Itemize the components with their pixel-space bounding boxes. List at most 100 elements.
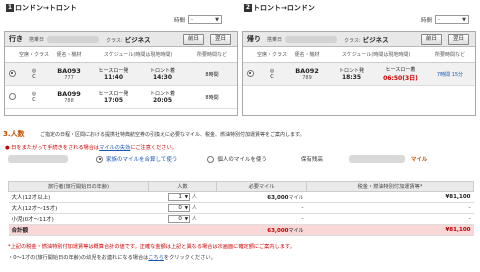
route-number-badge: 1 [6,4,14,12]
arrival-airport: トロント着 [149,68,175,74]
class-info: クラス: ビジネス [344,34,389,44]
flight-row[interactable]: ◎ C BA092 789 トロント発 18:35 ヒースロー着 06:50(3日) 7… [243,63,475,86]
tax-cell: - [306,213,474,225]
flight-radio[interactable] [8,69,16,77]
arrival-cell: ヒースロー着 06:50(3日) [376,66,425,82]
route-number-badge: 2 [244,4,252,12]
time-select-value: - [191,17,194,23]
balance-label: 保有残高 [300,157,323,163]
infant-note: ・0〜1才の(旅行開始日の年齢)の幼児をお連れになる場合はこちらをクリックくださ… [8,254,216,261]
flight-row[interactable]: ◎ C BA093 777 ヒースロー発 11:40 トロント着 14:30 8時間 [5,63,237,86]
count-cell: 0 ▼ 人 [148,213,217,225]
time-label: 時間 [174,17,186,24]
direction-label: 行き [9,35,23,43]
inbound-time-select[interactable]: - ▼ [435,15,470,24]
equipment: 777 [64,75,74,81]
inbound-route-title: 2 トロント→ロンドン [244,3,315,13]
arrival-time: 14:30 [152,74,173,81]
flight-radio[interactable] [8,92,16,100]
balance-unit: マイル [410,157,428,163]
flight-table-header: 空席・クラス 便名・機材 スケジュール(時間は現地時間) 所要時間など [243,47,475,63]
arrival-time: 06:50(3日) [383,75,418,82]
departure-time: 17:05 [103,97,124,104]
class-value: ビジネス [362,36,389,44]
next-day-button[interactable]: 翌日 [210,34,231,45]
col-count: 人数 [148,181,217,192]
col-traveler: 旅行者(旅行開始日の年齢) [8,181,149,192]
miles-cell: 63,000マイル [216,191,307,203]
passenger-table: 旅行者(旅行開始日の年齢) 人数 必要マイル 税金・燃油特別付加運賃等* 大人(… [8,181,474,236]
count-unit: 人 [191,216,197,222]
tax-cell: ¥81,100 [306,191,474,203]
inbound-route-label: トロント→ロンドン [253,4,315,12]
count-select[interactable]: 0 ▼ [168,215,191,223]
infant-info-link[interactable]: こちら [148,255,164,261]
total-label: 合計額 [8,224,149,236]
prev-day-button[interactable]: 前日 [421,34,442,45]
class-code: C [32,74,36,80]
total-miles: 63,000 [267,227,289,234]
departure-airport: ヒースロー発 [98,68,129,74]
class-info: クラス: ビジネス [106,34,151,44]
col-duration: 所要時間など [196,52,227,58]
flight-cell: BA093 777 [49,67,89,81]
total-tax: ¥81,100 [306,224,474,236]
chevron-down-icon: ▼ [184,206,189,211]
miles-value: 63,000 [267,194,289,201]
departure-cell: ヒースロー発 11:40 [89,67,138,81]
total-miles-unit: マイル [288,227,304,234]
redacted-balance [348,155,405,163]
col-schedule: スケジュール(時間は現地時間) [103,52,173,58]
departure-time: 11:40 [103,74,124,81]
outbound-flight-panel: 行き 搭乗日 クラス: ビジネス 前日 翌日 空席・クラス 便名・機材 スケジュー… [4,31,238,116]
flight-row[interactable]: ◎ C BA099 788 ヒースロー発 17:05 トロント着 20:05 8時間 [5,86,237,109]
prev-day-button[interactable]: 前日 [183,34,204,45]
warning-icon: ● [5,145,10,151]
infant-note-text: ・0〜1才の(旅行開始日の年齢)の幼児をお連れになる場合は [8,255,149,261]
table-row: 大人(12才以上) 1 ▼ 人 63,000マイル ¥81,100 [8,191,474,203]
class-value: ビジネス [124,36,151,44]
warning-text: 日をまたがって手続きをされる場合は [11,145,100,151]
chevron-down-icon: ▼ [184,195,189,200]
personal-miles-label[interactable]: 個人のマイルを使う [217,155,267,163]
count-unit: 人 [191,194,197,200]
chevron-down-icon: ▼ [215,17,220,23]
redacted-date [47,35,100,43]
miles-value: - [301,205,304,211]
duration-link[interactable]: 7時間 15分 [425,71,475,78]
seat-class-cell: ◎ C [257,68,287,80]
family-miles-radio[interactable] [96,155,103,163]
col-seat-class: 空席・クラス [257,52,287,58]
count-value: 0 [178,205,182,211]
infant-note-suffix: をクリックください。 [163,255,216,261]
date-label: 搭乗日 [29,36,45,43]
count-unit: 人 [191,205,197,211]
count-select[interactable]: 0 ▼ [168,204,191,212]
count-cell: 0 ▼ 人 [148,202,217,214]
personal-miles-radio[interactable] [207,155,215,163]
count-cell: 1 ▼ 人 [148,191,217,203]
arrival-airport: トロント着 [149,91,175,97]
count-select[interactable]: 1 ▼ [168,193,191,201]
class-label: クラス: [344,38,361,44]
arrival-time: 20:05 [152,97,173,104]
arrival-cell: トロント着 14:30 [138,67,187,81]
family-miles-label[interactable]: 家族のマイルを合算して使う [106,155,177,163]
next-day-button[interactable]: 翌日 [448,34,469,45]
traveler-type: 大人(12才以上) [8,191,149,203]
outbound-panel-header: 行き 搭乗日 クラス: ビジネス 前日 翌日 [5,32,237,47]
departure-cell: ヒースロー発 17:05 [89,90,138,104]
outbound-route-label: ロンドン→トロント [15,4,77,12]
arrival-cell: トロント着 20:05 [138,90,187,104]
table-header-row: 旅行者(旅行開始日の年齢) 人数 必要マイル 税金・燃油特別付加運賃等* [8,181,474,192]
mile-expiry-link[interactable]: マイルの失効 [99,145,130,151]
seat-class-cell: ◎ C [19,68,49,80]
outbound-time-select[interactable]: - ▼ [188,15,223,24]
direction-label: 帰り [247,35,261,43]
chevron-down-icon: ▼ [184,217,189,222]
flight-radio[interactable] [246,69,254,77]
chevron-down-icon: ▼ [462,17,467,23]
seat-class-cell: ◎ C [19,91,49,103]
outbound-time-filter: 時間 - ▼ [174,15,223,24]
class-label: クラス: [106,38,123,44]
